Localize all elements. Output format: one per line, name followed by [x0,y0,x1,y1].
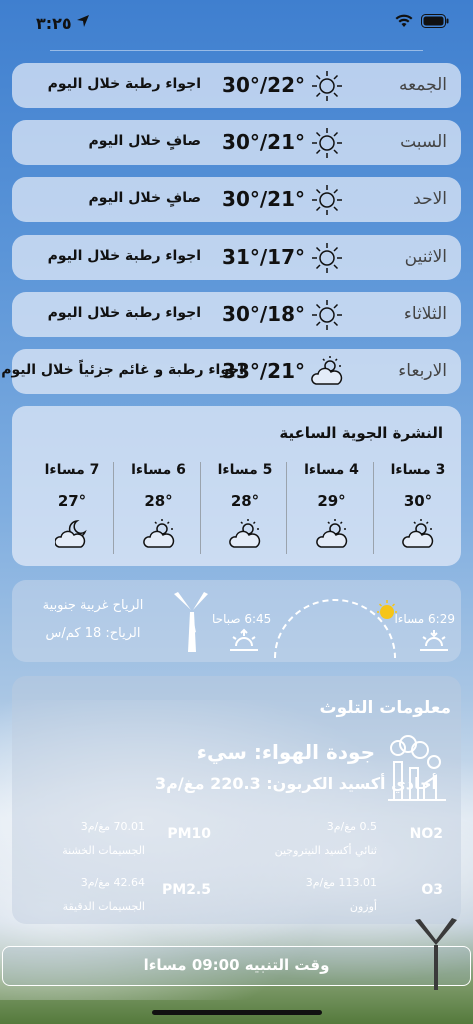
sunset-icon [420,630,448,651]
pollutant-name: أوزون [349,900,377,913]
location-arrow-icon [77,15,89,27]
hourly-item: 3 مساءا 30° [375,462,461,554]
hourly-temp: 30° [403,492,433,510]
forecast-row: الثلاثاء 30°/18° اجواء رطبة خلال اليوم [12,291,461,337]
sun-icon [310,298,344,332]
pollutant-code: NO2 [409,826,443,842]
forecast-desc: صافٍ خلال اليوم [88,133,201,150]
sun-icon [310,69,344,103]
hourly-item: 6 مساءا 28° [116,462,202,554]
forecast-temp: 30°/21° [222,187,305,212]
tree-icon [415,918,457,990]
partly-cloudy-icon [401,518,435,550]
hourly-time: 4 مساءا [304,462,359,478]
hourly-temp: 28° [144,492,173,510]
sun-icon [310,183,344,217]
forecast-day: الاحد [413,189,447,210]
hourly-time: 7 مساءا [44,462,100,478]
hourly-item: 7 مساءا 27° [29,462,115,554]
pollutant-item: PM10 70.01 مغ/م3 الجسيمات الخشنة [0,820,211,868]
forecast-desc: اجواء رطبة خلال اليوم [47,304,201,321]
sunset-time: 6:29 مساءا [394,612,455,626]
pollutant-code: O3 [421,882,443,898]
sun-icon [310,241,344,275]
forecast-row: الاثنين 31°/17° اجواء رطبة خلال اليوم [12,234,461,280]
forecast-row: السبت 30°/21° صافٍ خلال اليوم [12,120,461,166]
hourly-title: النشرة الجوية الساعية [279,424,443,442]
hourly-separator [372,462,374,554]
pollutant-name: الجسيمات الخشنة [62,844,145,857]
pollutant-item: PM2.5 42.64 مغ/م3 الجسيمات الدقيقة [0,876,211,924]
hourly-time: 5 مساءا [217,462,273,478]
hourly-item: 4 مساءا 29° [289,462,375,554]
forecast-temp: 30°/18° [222,301,305,326]
pollutant-name: الجسيمات الدقيقة [62,900,145,913]
hourly-temp: 27° [57,492,87,510]
forecast-row: الجمعه 30°/22° اجواء رطبة خلال اليوم [12,63,461,108]
hourly-separator [199,462,201,554]
forecast-desc: اجواء رطبة خلال اليوم [47,76,201,92]
hourly-item: 5 مساءا 28° [202,462,288,554]
co-value: أحادي أكسيد الكربون: 220.3 مغ/م3 [154,774,437,793]
hourly-separator [113,462,114,554]
hourly-temp: 29° [317,492,346,510]
forecast-day: الثلاثاء [403,303,447,324]
pollutant-code: PM10 [167,826,211,842]
forecast-row: الاربعاء 33°/21° اجواء رطبة و غائم جزئياً … [1,349,461,394]
forecast-temp: 30°/21° [222,130,305,155]
wind-direction: الرياح غربية جنوبية [42,598,144,613]
hourly-time: 6 مساءا [131,462,186,478]
wind-turbine-icon [174,592,208,652]
home-indicator [152,1010,322,1015]
forecast-day: الجمعه [398,75,447,95]
forecast-desc: اجواء رطبة و غائم جزئياً خلال اليوم [1,362,244,378]
pollutant-name: ثنائي أكسيد النيتروجين [274,844,377,857]
pollutant-value: 0.5 مغ/م3 [326,820,377,833]
forecast-desc: اجواء رطبة خلال اليوم [47,247,201,264]
pollutant-value: 113.01 مغ/م3 [305,876,377,889]
hourly-temp: 28° [230,492,260,510]
sun-wind-card: 6:29 مساءا 6:45 صباحا الرياح غربية جنوبي… [12,580,461,662]
forecast-desc: صافٍ خلال اليوم [88,190,201,207]
forecast-day: الاثنين [404,246,447,267]
status-bar: ٣:٢٥ [0,0,473,50]
wind-speed: الرياح: 18 كم/س [45,626,141,641]
hourly-time: 3 مساءا [390,462,446,478]
forecast-row: الاحد 30°/21° صافٍ خلال اليوم [12,177,461,223]
sunrise-icon [230,628,258,651]
partly-cloudy-icon [228,518,262,550]
forecast-temp: 30°/22° [222,73,305,97]
forecast-day: الاربعاء [398,361,447,381]
pollutant-code: PM2.5 [162,882,211,898]
sun-path-arc [274,599,396,659]
air-quality: جودة الهواء: سيء [196,740,375,764]
forecast-day: السبت [400,132,447,153]
hourly-separator [286,462,287,554]
pollution-title: معلومات التلوث [319,698,451,718]
pollutant-item: NO2 0.5 مغ/م3 ثنائي أكسيد النيتروجين [228,820,443,868]
partly-cloudy-icon [315,518,349,550]
pollution-card: معلومات التلوث جودة الهواء: سيء أحادي أك… [12,676,461,924]
status-time: ٣:٢٥ [36,14,72,33]
pollutant-value: 42.64 مغ/م3 [80,876,145,889]
wifi-icon [395,14,413,27]
partly-cloudy-icon [142,518,176,550]
sunrise-time: 6:45 صباحا [212,612,272,626]
forecast-temp: 31°/17° [222,244,305,269]
hourly-forecast-card: النشرة الجوية الساعية 3 مساءا 30° 4 مساءا 2… [12,406,461,566]
header-divider [50,50,423,51]
pollutant-value: 70.01 مغ/م3 [80,820,145,833]
moon-cloud-icon [54,518,89,550]
sun-icon [310,126,344,160]
battery-icon [421,14,449,28]
partly-cloudy-icon [310,355,344,389]
